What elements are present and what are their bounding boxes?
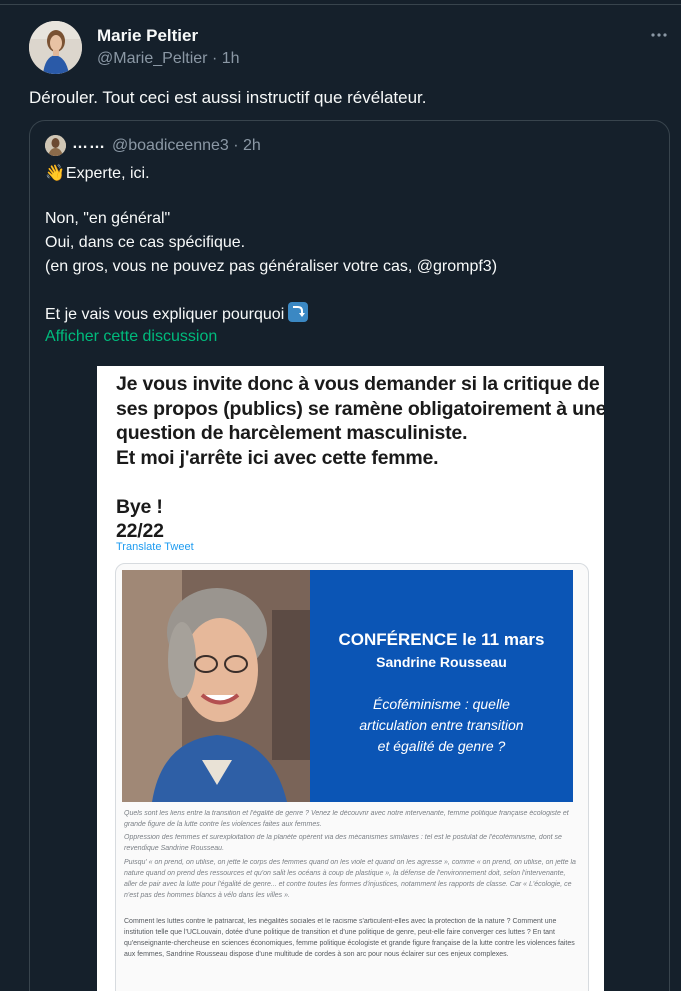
card-paragraph-1: Quels sont les liens entre la transition… — [124, 810, 569, 828]
quoted-line-5: Et je vais vous expliquer pourquoi — [45, 302, 309, 324]
translate-tweet-link: Translate Tweet — [116, 541, 194, 553]
tweet-screenshot-image[interactable]: Je vous invite donc à vous demander si l… — [97, 366, 604, 991]
tweet-text: Dérouler. Tout ceci est aussi instructif… — [29, 88, 427, 107]
card-paragraph-4: Comment les luttes contre le patriarcat,… — [124, 918, 575, 958]
waving-hand-icon: 👋 — [45, 165, 65, 182]
conference-subtitle-line: et égalité de genre ? — [377, 738, 506, 754]
quoted-line-3: Oui, dans ce cas spécifique. — [45, 234, 246, 251]
quoted-tweet[interactable]: …… @boadiceenne3 · 2h 👋Experte, ici. Non… — [29, 120, 670, 991]
speaker-photo — [122, 570, 310, 802]
arrow-down-right-icon — [288, 302, 309, 322]
author-handle-time[interactable]: @Marie_Peltier · 1h — [97, 50, 240, 68]
screenshot-line: Et moi j'arrête ici avec cette femme. — [116, 446, 439, 469]
conference-speaker: Sandrine Rousseau — [376, 654, 507, 670]
conference-subtitle: Écoféminisme : quelle articulation entre… — [310, 694, 573, 757]
screenshot-line: Bye ! — [116, 495, 163, 518]
author-name[interactable]: Marie Peltier — [97, 26, 198, 46]
quoted-line-4: (en gros, vous ne pouvez pas généraliser… — [45, 258, 498, 275]
conference-subtitle-line: Écoféminisme : quelle — [373, 696, 510, 712]
quoted-line-5-text: Et je vais vous expliquer pourquoi — [45, 306, 285, 323]
quoted-line-1-text: Experte, ici. — [65, 165, 150, 182]
show-thread-link[interactable]: Afficher cette discussion — [45, 328, 217, 346]
more-options-icon[interactable] — [648, 24, 670, 46]
conference-subtitle-line: articulation entre transition — [359, 717, 524, 733]
conference-title: CONFÉRENCE le 11 mars — [338, 630, 545, 649]
conference-card: CONFÉRENCE le 11 mars Sandrine Rousseau … — [115, 563, 589, 991]
conference-banner: CONFÉRENCE le 11 mars Sandrine Rousseau … — [310, 570, 573, 802]
screenshot-line: question de harcèlement masculiniste. — [116, 422, 468, 444]
top-divider — [0, 4, 681, 5]
screenshot-line — [116, 470, 604, 495]
screenshot-text: Je vous invite donc à vous demander si l… — [116, 372, 604, 544]
card-paragraph-3: Puisqu' « on prend, on utilise, on jette… — [124, 859, 576, 899]
quoted-avatar — [45, 135, 66, 156]
quoted-author-name: …… — [72, 135, 106, 152]
screenshot-line: ses propos (publics) se ramène obligatoi… — [116, 397, 604, 420]
quoted-line-2: Non, "en général" — [45, 210, 171, 227]
quoted-handle-time: @boadiceenne3 · 2h — [112, 137, 261, 154]
quoted-line-1: 👋Experte, ici. — [45, 163, 150, 183]
screenshot-line: 22/22 — [116, 520, 164, 542]
author-avatar[interactable] — [29, 21, 82, 74]
card-paragraph-2: Oppression des femmes et surexploitation… — [124, 834, 562, 852]
screenshot-line: Je vous invite donc à vous demander si l… — [116, 373, 600, 395]
